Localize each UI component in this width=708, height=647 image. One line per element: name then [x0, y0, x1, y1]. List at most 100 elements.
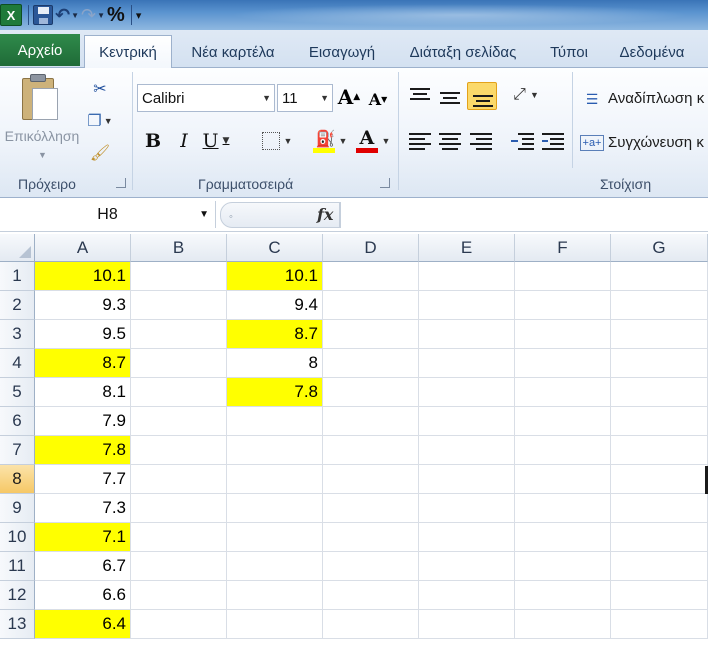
row-header-2[interactable]: 2	[0, 291, 35, 320]
cell-f11[interactable]	[515, 552, 611, 581]
cell-g3[interactable]	[611, 320, 708, 349]
cell-a9[interactable]: 7.3	[35, 494, 131, 523]
cell-b4[interactable]	[131, 349, 227, 378]
column-header-c[interactable]: C	[227, 234, 323, 262]
undo-button[interactable]: ↶ ▼	[55, 3, 79, 27]
cell-g11[interactable]	[611, 552, 708, 581]
align-middle-icon[interactable]	[437, 86, 463, 108]
tab-data[interactable]: Δεδομένα	[606, 36, 698, 68]
cell-b1[interactable]	[131, 262, 227, 291]
cell-a12[interactable]: 6.6	[35, 581, 131, 610]
select-all-button[interactable]	[0, 234, 35, 262]
cell-b6[interactable]	[131, 407, 227, 436]
name-box[interactable]: H8 ▼	[0, 201, 216, 228]
cell-f13[interactable]	[515, 610, 611, 639]
cell-g4[interactable]	[611, 349, 708, 378]
align-right-icon[interactable]	[468, 130, 494, 152]
cell-f5[interactable]	[515, 378, 611, 407]
cell-b10[interactable]	[131, 523, 227, 552]
cell-a13[interactable]: 6.4	[35, 610, 131, 639]
cell-c4[interactable]: 8	[227, 349, 323, 378]
cell-e2[interactable]	[419, 291, 515, 320]
font-color-button[interactable]: A ▼	[352, 127, 394, 154]
column-header-b[interactable]: B	[131, 234, 227, 262]
cell-b9[interactable]	[131, 494, 227, 523]
cell-d7[interactable]	[323, 436, 419, 465]
cell-e9[interactable]	[419, 494, 515, 523]
align-bottom-icon[interactable]	[467, 82, 497, 110]
cell-d9[interactable]	[323, 494, 419, 523]
paste-button-label[interactable]: Επικόλληση	[0, 128, 84, 144]
cell-a5[interactable]: 8.1	[35, 378, 131, 407]
increase-indent-icon[interactable]	[540, 130, 566, 152]
borders-button[interactable]: ▼	[256, 128, 298, 154]
font-launcher-icon[interactable]	[380, 178, 390, 188]
bold-button[interactable]: B	[140, 128, 166, 154]
row-header-11[interactable]: 11	[0, 552, 35, 581]
cell-c7[interactable]	[227, 436, 323, 465]
cell-g9[interactable]	[611, 494, 708, 523]
column-header-a[interactable]: A	[35, 234, 131, 262]
align-top-icon[interactable]	[407, 86, 433, 108]
cell-c13[interactable]	[227, 610, 323, 639]
format-painter-icon[interactable]: 🖌	[88, 142, 112, 164]
cell-a10[interactable]: 7.1	[35, 523, 131, 552]
tab-formulas[interactable]: Τύποι	[538, 36, 600, 68]
decrease-indent-icon[interactable]	[510, 130, 536, 152]
cell-b13[interactable]	[131, 610, 227, 639]
cell-b8[interactable]	[131, 465, 227, 494]
cell-e6[interactable]	[419, 407, 515, 436]
cell-f10[interactable]	[515, 523, 611, 552]
cell-b12[interactable]	[131, 581, 227, 610]
row-header-13[interactable]: 13	[0, 610, 35, 639]
align-center-icon[interactable]	[437, 130, 463, 152]
cell-c5[interactable]: 7.8	[227, 378, 323, 407]
font-name-combo[interactable]: Calibri ▼	[137, 84, 275, 112]
cell-f12[interactable]	[515, 581, 611, 610]
resize-handle-icon[interactable]: ◦	[229, 211, 233, 223]
paste-icon[interactable]	[18, 74, 64, 124]
cell-a2[interactable]: 9.3	[35, 291, 131, 320]
cell-d1[interactable]	[323, 262, 419, 291]
percent-style-button[interactable]: %	[107, 3, 125, 27]
insert-function-button[interactable]: fx	[317, 205, 333, 224]
cell-e11[interactable]	[419, 552, 515, 581]
cell-d3[interactable]	[323, 320, 419, 349]
tab-home[interactable]: Κεντρική	[84, 35, 172, 68]
column-header-d[interactable]: D	[323, 234, 419, 262]
cell-c8[interactable]	[227, 465, 323, 494]
cell-c11[interactable]	[227, 552, 323, 581]
italic-button[interactable]: I	[172, 128, 196, 154]
align-left-icon[interactable]	[407, 130, 433, 152]
row-header-3[interactable]: 3	[0, 320, 35, 349]
redo-button[interactable]: ↷ ▼	[81, 3, 105, 27]
customize-qat-icon[interactable]: ▾	[136, 3, 142, 27]
cell-f1[interactable]	[515, 262, 611, 291]
column-header-f[interactable]: F	[515, 234, 611, 262]
cell-e4[interactable]	[419, 349, 515, 378]
paste-dropdown-icon[interactable]: ▼	[38, 150, 47, 160]
fill-color-button[interactable]: ⛽ ▼	[308, 128, 352, 154]
cell-d8[interactable]	[323, 465, 419, 494]
cell-a8[interactable]: 7.7	[35, 465, 131, 494]
wrap-text-button[interactable]: Αναδίπλωση κ	[608, 90, 704, 107]
excel-logo-icon[interactable]: X	[0, 3, 22, 27]
formula-input[interactable]	[340, 202, 708, 228]
cell-a6[interactable]: 7.9	[35, 407, 131, 436]
cell-e8[interactable]	[419, 465, 515, 494]
cell-a3[interactable]: 9.5	[35, 320, 131, 349]
cell-g8[interactable]	[611, 465, 708, 494]
cell-d13[interactable]	[323, 610, 419, 639]
wrap-text-icon[interactable]: ☰	[580, 88, 604, 110]
column-header-e[interactable]: E	[419, 234, 515, 262]
cell-g2[interactable]	[611, 291, 708, 320]
cell-g7[interactable]	[611, 436, 708, 465]
tab-page-layout[interactable]: Διάταξη σελίδας	[394, 36, 532, 68]
cell-d4[interactable]	[323, 349, 419, 378]
cell-c12[interactable]	[227, 581, 323, 610]
row-header-6[interactable]: 6	[0, 407, 35, 436]
cell-d2[interactable]	[323, 291, 419, 320]
row-header-7[interactable]: 7	[0, 436, 35, 465]
name-box-dropdown-icon[interactable]: ▼	[199, 209, 209, 220]
row-header-9[interactable]: 9	[0, 494, 35, 523]
